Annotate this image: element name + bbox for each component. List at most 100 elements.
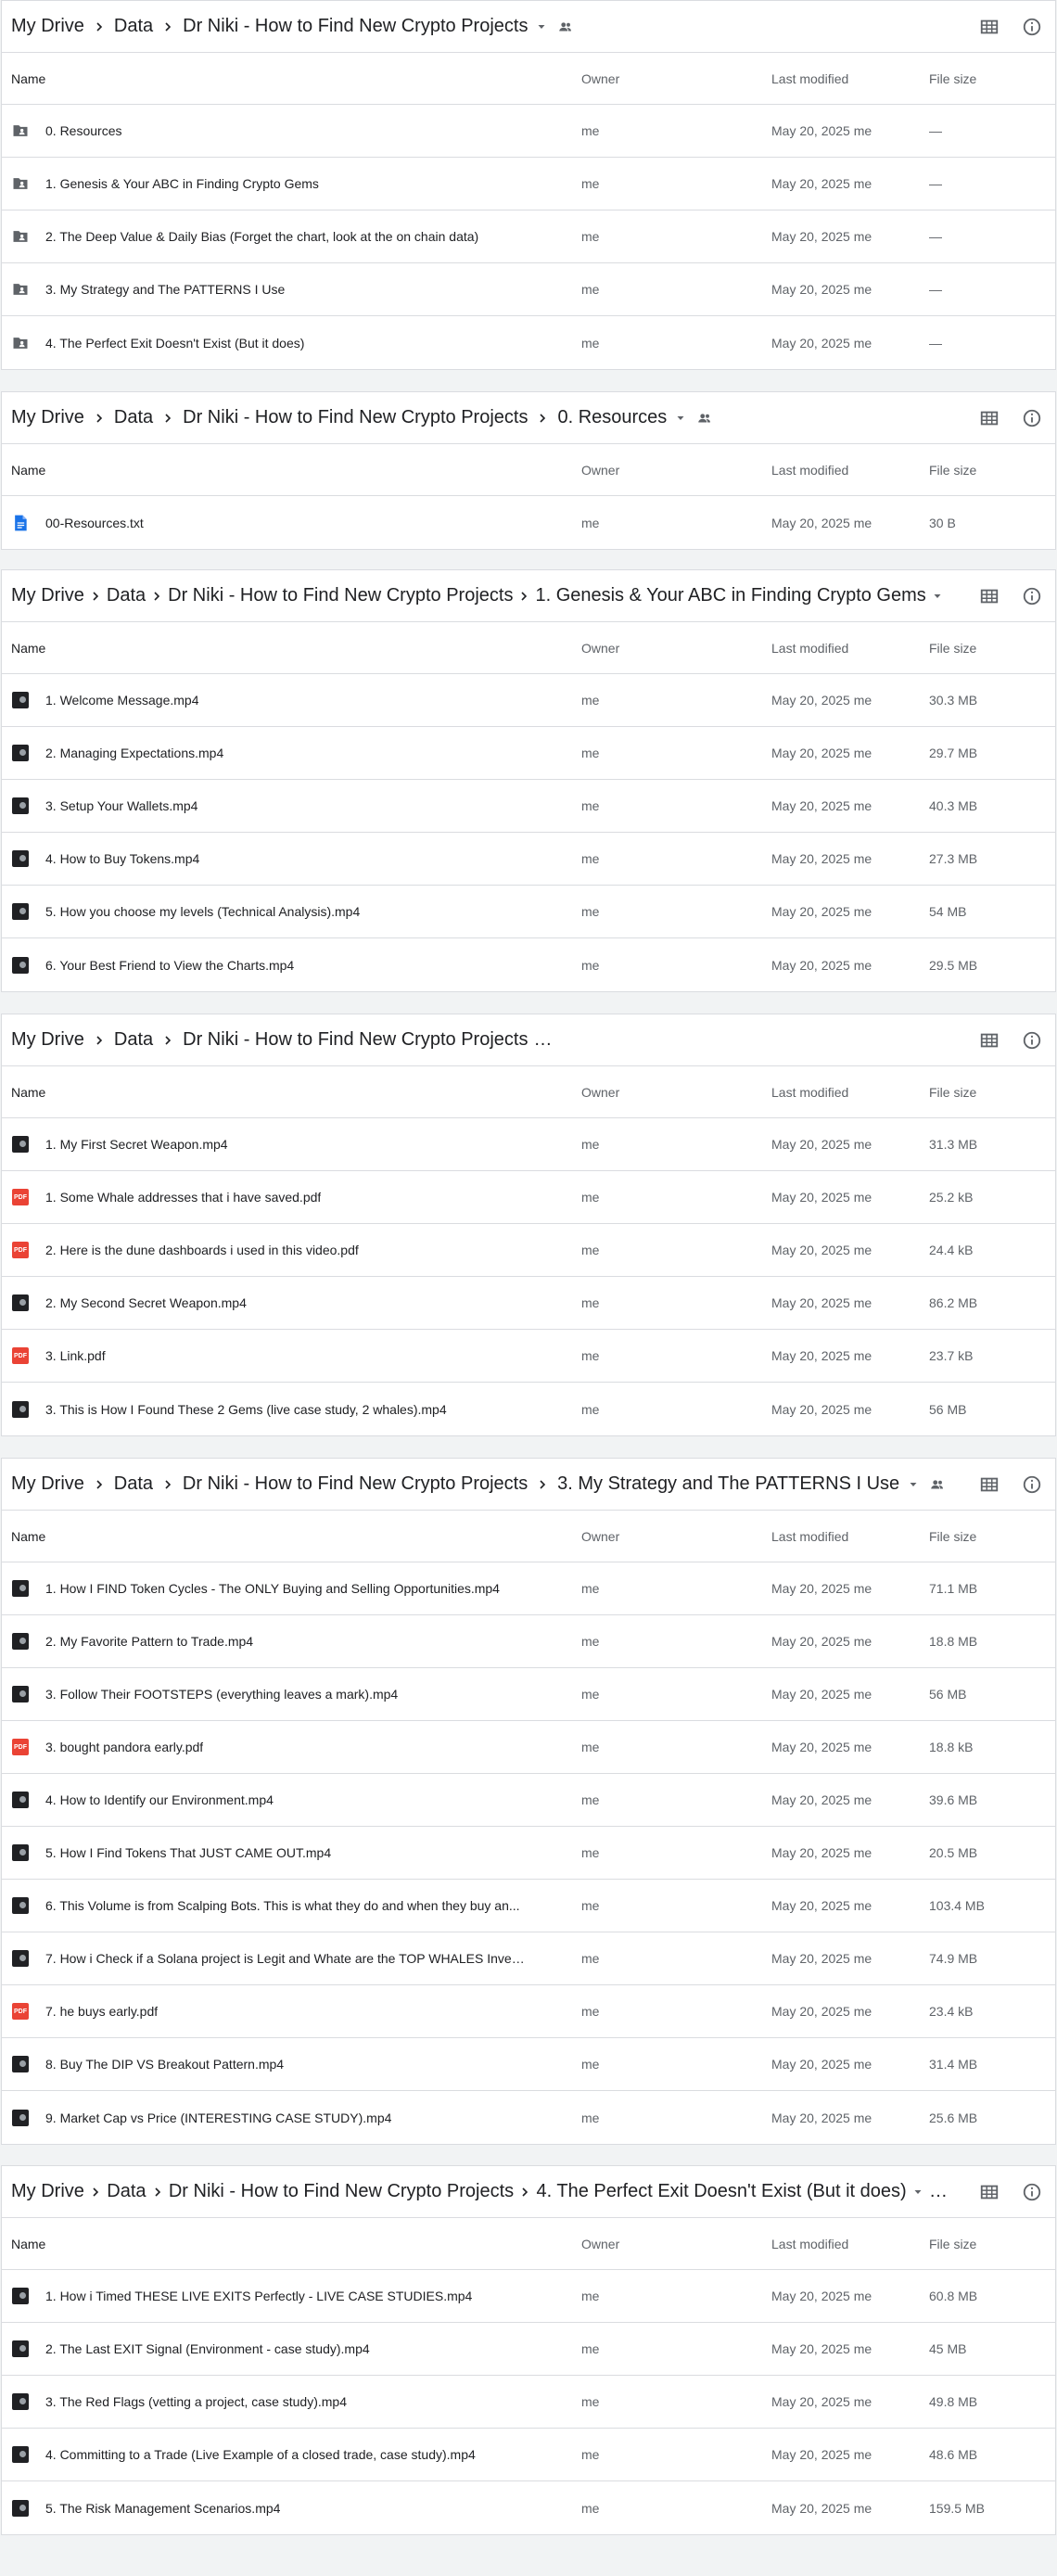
file-row[interactable]: 2. My Second Secret Weapon.mp4 me May 20, …	[2, 1277, 1055, 1330]
info-icon[interactable]	[1020, 2180, 1044, 2204]
file-row[interactable]: 3. My Strategy and The PATTERNS I Use me M…	[2, 263, 1055, 316]
file-row[interactable]: 1. Welcome Message.mp4 me May 20, 2025 me 3…	[2, 674, 1055, 727]
column-file-size[interactable]: File size	[929, 2237, 1050, 2251]
column-file-size[interactable]: File size	[929, 1529, 1050, 1544]
column-name[interactable]: Name	[2, 641, 581, 656]
file-row[interactable]: 5. How you choose my levels (Technical A…	[2, 886, 1055, 938]
column-owner[interactable]: Owner	[581, 2237, 771, 2251]
dropdown-caret-icon[interactable]	[932, 588, 943, 605]
breadcrumb-item[interactable]: Dr Niki - How to Find New Crypto Project…	[183, 16, 528, 37]
info-icon[interactable]	[1020, 15, 1044, 39]
breadcrumb-overflow[interactable]: …	[533, 1029, 552, 1051]
column-last-modified[interactable]: Last modified	[771, 2237, 929, 2251]
breadcrumb-item[interactable]: Dr Niki - How to Find New Crypto Project…	[169, 2181, 514, 2202]
column-last-modified[interactable]: Last modified	[771, 71, 929, 86]
file-row[interactable]: 6. Your Best Friend to View the Charts.m…	[2, 938, 1055, 991]
grid-view-icon[interactable]	[977, 1473, 1001, 1497]
breadcrumb-item[interactable]: My Drive	[11, 2181, 84, 2202]
breadcrumb-item[interactable]: 3. My Strategy and The PATTERNS I Use	[557, 1473, 899, 1495]
breadcrumb-item[interactable]: My Drive	[11, 585, 84, 606]
breadcrumb-item[interactable]: Data	[114, 407, 153, 428]
breadcrumb-item[interactable]: Data	[114, 16, 153, 37]
file-row[interactable]: 8. Buy The DIP VS Breakout Pattern.mp4 me…	[2, 2038, 1055, 2091]
file-row[interactable]: 9. Market Cap vs Price (INTERESTING CASE…	[2, 2091, 1055, 2144]
grid-view-icon[interactable]	[977, 15, 1001, 39]
file-row[interactable]: 1. How I FIND Token Cycles - The ONLY Bu…	[2, 1562, 1055, 1615]
breadcrumb-item[interactable]: My Drive	[11, 1473, 84, 1495]
column-name[interactable]: Name	[2, 463, 581, 478]
breadcrumb-item[interactable]: Dr Niki - How to Find New Crypto Project…	[183, 1029, 528, 1051]
file-row[interactable]: 5. How I Find Tokens That JUST CAME OUT.…	[2, 1827, 1055, 1880]
info-icon[interactable]	[1020, 1028, 1044, 1052]
file-row[interactable]: 3. Follow Their FOOTSTEPS (everything le…	[2, 1668, 1055, 1721]
column-name[interactable]: Name	[2, 2237, 581, 2251]
file-row[interactable]: 5. The Risk Management Scenarios.mp4 me Ma…	[2, 2481, 1055, 2534]
breadcrumb-item[interactable]: Dr Niki - How to Find New Crypto Project…	[183, 1473, 528, 1495]
breadcrumb-item[interactable]: My Drive	[11, 407, 84, 428]
file-row[interactable]: 2. The Last EXIT Signal (Environment - c…	[2, 2323, 1055, 2376]
file-row[interactable]: PDF 3. Link.pdf me May 20, 2025 me 23.7 kB	[2, 1330, 1055, 1383]
file-row[interactable]: 4. How to Buy Tokens.mp4 me May 20, 2025 m…	[2, 833, 1055, 886]
breadcrumb-item[interactable]: My Drive	[11, 1029, 84, 1051]
dropdown-caret-icon[interactable]	[912, 2184, 923, 2200]
info-icon[interactable]	[1020, 584, 1044, 608]
breadcrumb-item[interactable]: Data	[114, 1473, 153, 1495]
column-owner[interactable]: Owner	[581, 463, 771, 478]
file-owner: me	[581, 1951, 600, 1966]
breadcrumb-item[interactable]: 1. Genesis & Your ABC in Finding Crypto …	[535, 585, 925, 606]
column-last-modified[interactable]: Last modified	[771, 463, 929, 478]
column-last-modified[interactable]: Last modified	[771, 1529, 929, 1544]
info-icon[interactable]	[1020, 406, 1044, 430]
file-row[interactable]: 2. My Favorite Pattern to Trade.mp4 me May…	[2, 1615, 1055, 1668]
file-row[interactable]: 4. How to Identify our Environment.mp4 me…	[2, 1774, 1055, 1827]
file-row[interactable]: 0. Resources me May 20, 2025 me —	[2, 105, 1055, 158]
grid-view-icon[interactable]	[977, 2180, 1001, 2204]
file-row[interactable]: 2. The Deep Value & Daily Bias (Forget t…	[2, 210, 1055, 263]
column-name[interactable]: Name	[2, 1085, 581, 1100]
file-row[interactable]: PDF 3. bought pandora early.pdf me May 20, …	[2, 1721, 1055, 1774]
breadcrumb-item[interactable]: Data	[107, 585, 146, 606]
file-row[interactable]: PDF 7. he buys early.pdf me May 20, 2025 me…	[2, 1985, 1055, 2038]
dropdown-caret-icon[interactable]	[533, 19, 550, 35]
file-row[interactable]: 4. The Perfect Exit Doesn't Exist (But i…	[2, 316, 1055, 369]
file-row[interactable]: 6. This Volume is from Scalping Bots. Th…	[2, 1880, 1055, 1932]
dropdown-caret-icon[interactable]	[672, 410, 689, 427]
breadcrumb-overflow[interactable]: …	[929, 2181, 948, 2202]
grid-view-icon[interactable]	[977, 584, 1001, 608]
file-row[interactable]: 3. The Red Flags (vetting a project, cas…	[2, 2376, 1055, 2429]
column-file-size[interactable]: File size	[929, 463, 1050, 478]
grid-view-icon[interactable]	[977, 406, 1001, 430]
column-owner[interactable]: Owner	[581, 641, 771, 656]
grid-view-icon[interactable]	[977, 1028, 1001, 1052]
file-row[interactable]: 7. How i Check if a Solana project is Le…	[2, 1932, 1055, 1985]
info-icon[interactable]	[1020, 1473, 1044, 1497]
column-file-size[interactable]: File size	[929, 641, 1050, 656]
breadcrumb-item[interactable]: Data	[114, 1029, 153, 1051]
breadcrumb-item[interactable]: Data	[107, 2181, 146, 2202]
file-row[interactable]: PDF 1. Some Whale addresses that i have s…	[2, 1171, 1055, 1224]
breadcrumb-item[interactable]: My Drive	[11, 16, 84, 37]
breadcrumb-item[interactable]: Dr Niki - How to Find New Crypto Project…	[168, 585, 513, 606]
file-row[interactable]: 1. Genesis & Your ABC in Finding Crypto …	[2, 158, 1055, 210]
column-owner[interactable]: Owner	[581, 1085, 771, 1100]
breadcrumb-item[interactable]: Dr Niki - How to Find New Crypto Project…	[183, 407, 528, 428]
column-owner[interactable]: Owner	[581, 71, 771, 86]
column-last-modified[interactable]: Last modified	[771, 1085, 929, 1100]
file-row[interactable]: 2. Managing Expectations.mp4 me May 20, 20…	[2, 727, 1055, 780]
dropdown-caret-icon[interactable]	[905, 1476, 922, 1493]
column-last-modified[interactable]: Last modified	[771, 641, 929, 656]
column-file-size[interactable]: File size	[929, 1085, 1050, 1100]
file-row[interactable]: 3. Setup Your Wallets.mp4 me May 20, 2025 …	[2, 780, 1055, 833]
breadcrumb-item[interactable]: 0. Resources	[557, 407, 667, 428]
column-owner[interactable]: Owner	[581, 1529, 771, 1544]
file-row[interactable]: 1. How i Timed THESE LIVE EXITS Perfectl…	[2, 2270, 1055, 2323]
file-row[interactable]: PDF 2. Here is the dune dashboards i used…	[2, 1224, 1055, 1277]
column-name[interactable]: Name	[2, 71, 581, 86]
file-row[interactable]: 00-Resources.txt me May 20, 2025 me 30 B	[2, 496, 1055, 549]
column-file-size[interactable]: File size	[929, 71, 1050, 86]
breadcrumb-item[interactable]: 4. The Perfect Exit Doesn't Exist (But i…	[537, 2181, 907, 2202]
file-row[interactable]: 1. My First Secret Weapon.mp4 me May 20, 2…	[2, 1118, 1055, 1171]
file-row[interactable]: 4. Committing to a Trade (Live Example o…	[2, 2429, 1055, 2481]
column-name[interactable]: Name	[2, 1529, 581, 1544]
file-row[interactable]: 3. This is How I Found These 2 Gems (liv…	[2, 1383, 1055, 1435]
